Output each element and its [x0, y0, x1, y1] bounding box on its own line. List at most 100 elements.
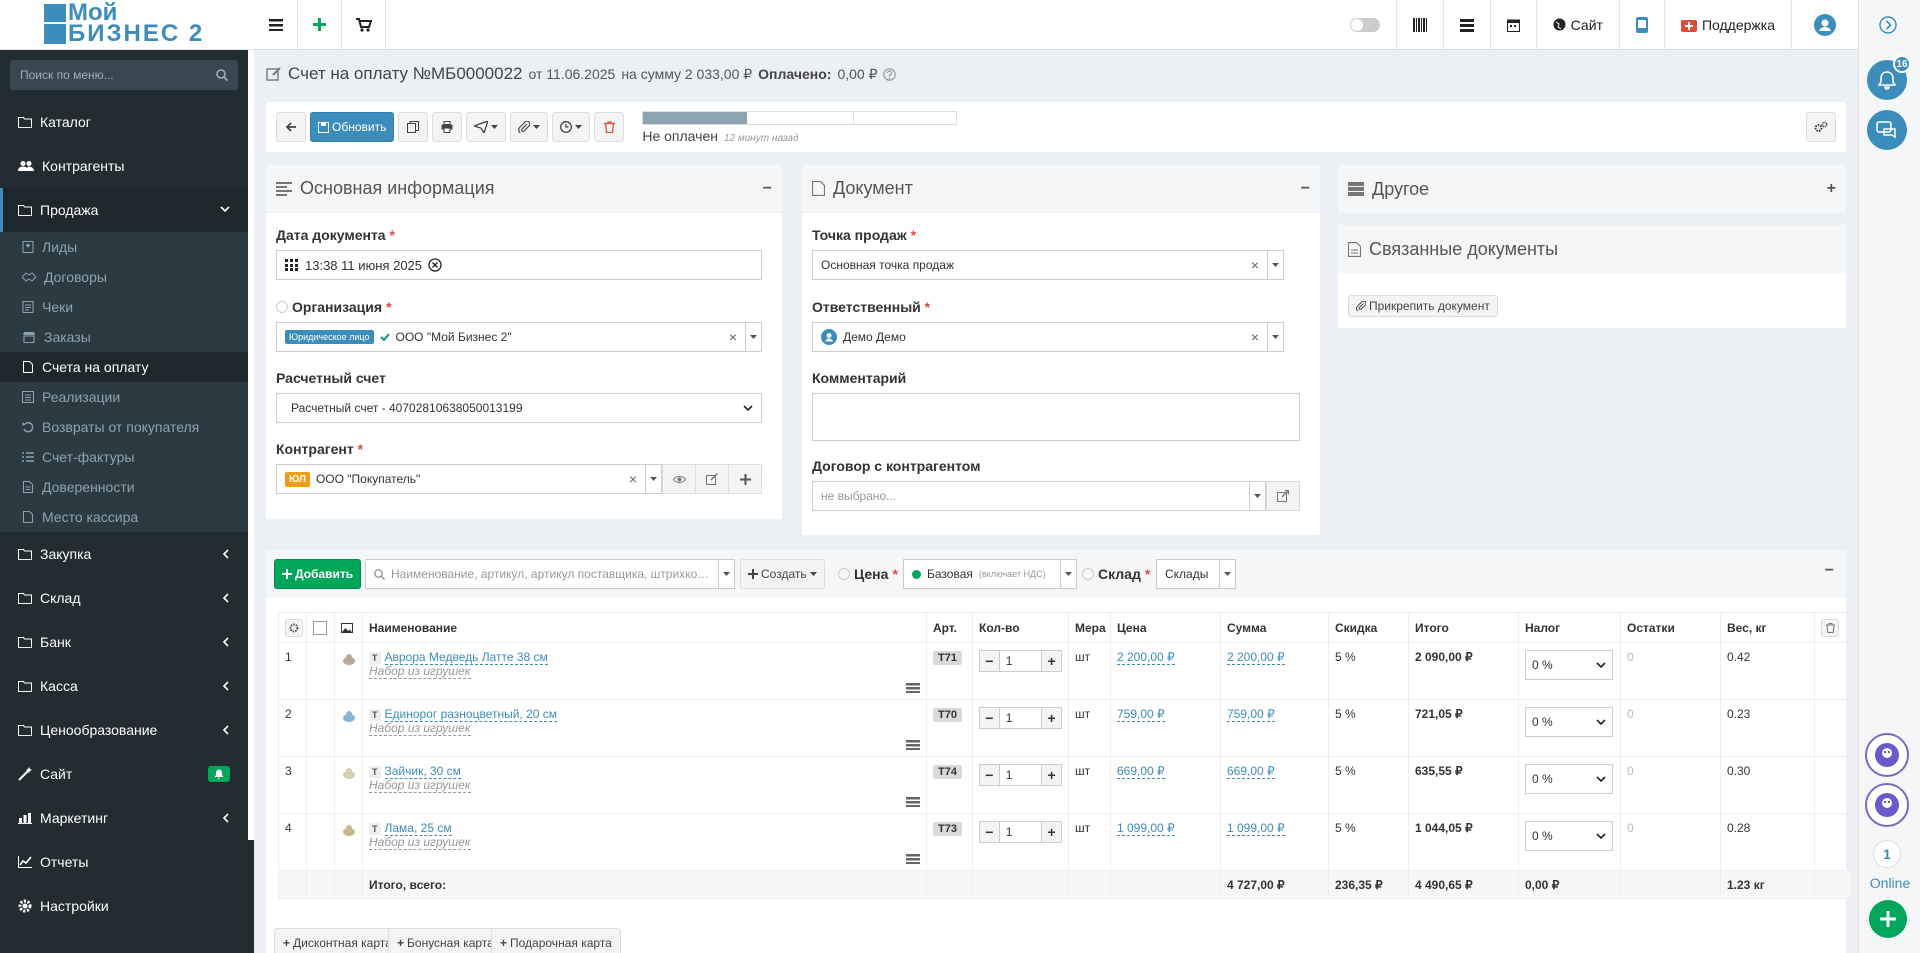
price-link[interactable]: 1 099,00 ₽: [1117, 821, 1175, 836]
sidebar-item-settings[interactable]: Настройки: [0, 884, 248, 928]
sidebar-subitem-leads[interactable]: Лиды: [0, 232, 248, 262]
support-agent-avatar-1[interactable]: [1865, 733, 1909, 777]
tax-select[interactable]: 0 %: [1525, 764, 1613, 794]
add-product-button[interactable]: Добавить: [274, 559, 362, 589]
tasks-button[interactable]: [1444, 0, 1491, 49]
discount-card-button[interactable]: + Дисконтная карта: [274, 928, 401, 953]
barcode-button[interactable]: [1395, 0, 1444, 49]
row-menu-icon[interactable]: [906, 740, 920, 750]
column-settings-button[interactable]: [285, 618, 303, 637]
quick-action-button[interactable]: [1869, 900, 1907, 938]
sidebar-subitem-powers-of-attorney[interactable]: Доверенности: [0, 472, 248, 502]
contract-select[interactable]: не выбрано...: [812, 481, 1266, 511]
sidebar-subitem-cashier-place[interactable]: Место кассира: [0, 502, 248, 532]
chat-button[interactable]: [1867, 110, 1907, 150]
app-logo[interactable]: Мой Бизнес 2: [0, 0, 254, 50]
sidebar-item-catalog[interactable]: Каталог: [0, 100, 248, 144]
print-button[interactable]: [432, 112, 463, 142]
tax-select[interactable]: 0 %: [1525, 707, 1613, 737]
tax-select[interactable]: 0 %: [1525, 650, 1613, 680]
create-product-button[interactable]: Создать: [740, 559, 825, 589]
org-select[interactable]: Юридическое лицо ООО "Мой Бизнес 2" ×: [276, 322, 762, 352]
quantity-input[interactable]: 1: [999, 764, 1042, 786]
product-name-link[interactable]: Аврора Медведь Латте 38 см: [384, 650, 548, 665]
sidebar-search-input[interactable]: Поиск по меню...: [10, 60, 238, 90]
send-button[interactable]: [466, 112, 507, 142]
quantity-increase-button[interactable]: +: [1041, 764, 1062, 786]
quantity-decrease-button[interactable]: −: [979, 821, 1000, 843]
attach-button[interactable]: [510, 112, 549, 142]
price-type-select[interactable]: Базовая (включает НДС): [903, 559, 1077, 589]
product-search-dropdown[interactable]: [718, 560, 734, 588]
responsible-clear-icon[interactable]: ×: [1251, 329, 1259, 345]
expand-toggle[interactable]: +: [1827, 180, 1836, 198]
sidebar-item-bank[interactable]: Банк: [0, 620, 248, 664]
responsible-select[interactable]: Демо Демо ×: [812, 322, 1284, 352]
sidebar-item-sales[interactable]: Продажа: [0, 188, 248, 232]
quantity-increase-button[interactable]: +: [1041, 650, 1062, 672]
mobile-app-button[interactable]: [1620, 0, 1665, 49]
quantity-increase-button[interactable]: +: [1041, 821, 1062, 843]
contract-dropdown-toggle[interactable]: [1249, 482, 1265, 510]
product-thumbnail[interactable]: [342, 823, 356, 837]
gift-card-button[interactable]: + Подарочная карта: [491, 928, 621, 953]
delete-button[interactable]: [594, 112, 625, 142]
product-search-input[interactable]: Наименование, артикул, артикул поставщик…: [365, 559, 735, 589]
product-name-link[interactable]: Единорог разноцветный, 20 см: [384, 707, 558, 722]
help-icon[interactable]: [883, 67, 897, 81]
quantity-decrease-button[interactable]: −: [979, 764, 1000, 786]
support-button[interactable]: Поддержка: [1665, 0, 1792, 49]
user-profile-button[interactable]: [1792, 0, 1858, 49]
refresh-button[interactable]: Обновить: [310, 112, 395, 142]
sidebar-subitem-contracts[interactable]: Договоры: [0, 262, 248, 292]
row-menu-icon[interactable]: [906, 854, 920, 864]
cart-button[interactable]: [342, 0, 386, 49]
quantity-input[interactable]: 1: [999, 821, 1042, 843]
quantity-increase-button[interactable]: +: [1041, 707, 1062, 729]
copy-button[interactable]: [398, 112, 429, 142]
account-select[interactable]: Расчетный счет - 40702810638050013199: [276, 393, 762, 423]
price-link[interactable]: 2 200,00 ₽: [1117, 650, 1175, 665]
product-group-link[interactable]: Набор из игрушек: [369, 664, 471, 679]
collapse-toggle[interactable]: −: [763, 180, 772, 198]
sum-link[interactable]: 1 099,00 ₽: [1227, 821, 1285, 836]
product-thumbnail[interactable]: [342, 652, 356, 666]
counterparty-dropdown-toggle[interactable]: [645, 465, 661, 493]
product-thumbnail[interactable]: [342, 709, 356, 723]
counterparty-edit-button[interactable]: [695, 464, 729, 494]
sidebar-subitem-returns[interactable]: Возвраты от покупателя: [0, 412, 248, 442]
counterparty-clear-icon[interactable]: ×: [629, 471, 637, 487]
warehouse-dropdown[interactable]: [1219, 560, 1235, 588]
tax-select[interactable]: 0 %: [1525, 821, 1613, 851]
sidebar-item-contractors[interactable]: Контрагенты: [0, 144, 248, 188]
sidebar-subitem-receipts[interactable]: Чеки: [0, 292, 248, 322]
sidebar-item-cash[interactable]: Касса: [0, 664, 248, 708]
org-clear-icon[interactable]: ×: [729, 329, 737, 345]
sidebar-item-purchase[interactable]: Закупка: [0, 532, 248, 576]
quantity-input[interactable]: 1: [999, 707, 1042, 729]
row-menu-icon[interactable]: [906, 797, 920, 807]
sum-link[interactable]: 759,00 ₽: [1227, 707, 1275, 722]
sidebar-item-warehouse[interactable]: Склад: [0, 576, 248, 620]
quantity-input[interactable]: 1: [999, 650, 1042, 672]
product-group-link[interactable]: Набор из игрушек: [369, 721, 471, 736]
contract-open-button[interactable]: [1266, 481, 1300, 511]
support-agent-avatar-2[interactable]: [1865, 783, 1909, 827]
product-thumbnail[interactable]: [342, 766, 356, 780]
sidebar-subitem-orders[interactable]: Заказы: [0, 322, 248, 352]
attach-document-button[interactable]: Прикрепить документ: [1348, 295, 1498, 317]
product-name-link[interactable]: Зайчик, 30 см: [384, 764, 461, 779]
doc-date-input[interactable]: 13:38 11 июня 2025: [276, 250, 762, 280]
pos-dropdown-toggle[interactable]: [1267, 251, 1283, 279]
expand-rail-icon[interactable]: [1879, 16, 1897, 34]
site-button[interactable]: Сайт: [1537, 0, 1620, 49]
org-dropdown-toggle[interactable]: [745, 323, 761, 351]
calendar-button[interactable]: [1491, 0, 1537, 49]
sum-link[interactable]: 2 200,00 ₽: [1227, 650, 1285, 665]
sidebar-item-pricing[interactable]: Ценообразование: [0, 708, 248, 752]
pos-clear-icon[interactable]: ×: [1251, 257, 1259, 273]
product-group-link[interactable]: Набор из игрушек: [369, 835, 471, 850]
menu-toggle-button[interactable]: [254, 0, 298, 49]
products-collapse-toggle[interactable]: −: [1825, 562, 1834, 580]
quick-add-button[interactable]: [298, 0, 342, 49]
